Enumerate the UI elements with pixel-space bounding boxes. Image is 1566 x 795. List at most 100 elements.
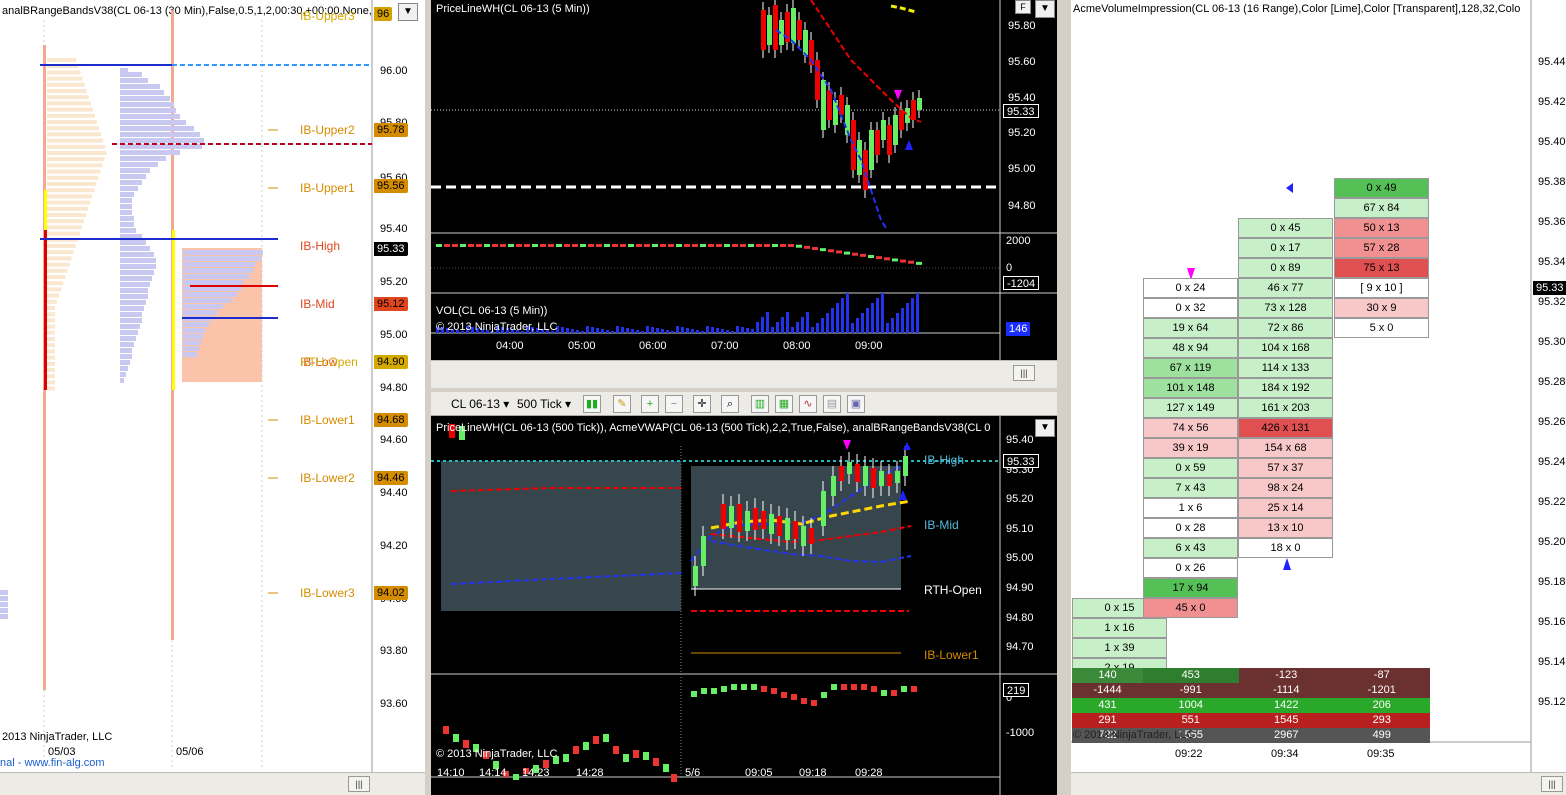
- tm-delta-candle: [772, 244, 778, 247]
- tm-delta-candle: [604, 244, 610, 247]
- top-mid-f-button[interactable]: F: [1015, 0, 1031, 14]
- tpo-letters: [47, 89, 87, 93]
- candle-icon[interactable]: ▮▮: [583, 395, 601, 413]
- profile-bar: [120, 336, 136, 341]
- bottom-mid-dropdown-button[interactable]: ▼: [1035, 419, 1055, 437]
- indicator-icon[interactable]: ∿: [799, 395, 817, 413]
- vi-cell-col2: 98 x 24: [1238, 478, 1333, 498]
- tm-price-label: 95.00: [1008, 163, 1036, 175]
- right-chart-panel[interactable]: AcmeVolumeImpression(CL 06-13 (16 Range)…: [1071, 0, 1566, 795]
- bm-delta-candle: [653, 758, 659, 766]
- profile-bar: [120, 138, 204, 143]
- tm-volume-bar: [706, 326, 709, 333]
- top-mid-chart-panel[interactable]: PriceLineWH(CL 06-13 (5 Min)) VOL(CL 06-…: [431, 0, 1057, 388]
- vi-cell-col2: 161 x 203: [1238, 398, 1333, 418]
- vi-stat-cell: -1201: [1334, 683, 1430, 698]
- r-price-label: 95.24: [1538, 456, 1566, 468]
- properties-icon[interactable]: ▣: [847, 395, 865, 413]
- left-chart-plot[interactable]: [0, 0, 425, 795]
- profile-bar: [120, 210, 132, 215]
- delta-label-minus1000: -1000: [1006, 727, 1035, 739]
- left-price-tag: 95.56: [374, 179, 408, 193]
- tm-candle: [881, 120, 886, 140]
- instrument-selector[interactable]: CL 06-13 ▾: [451, 395, 509, 413]
- left-level-label: IB-Lower3: [300, 586, 355, 600]
- bottom-mid-chart-panel[interactable]: PriceLineWH(CL 06-13 (500 Tick)), AcmeVW…: [431, 416, 1057, 795]
- tpo-letters: [47, 330, 55, 335]
- bm-price-label: 94.80: [1006, 612, 1034, 624]
- bm-candle: [809, 528, 814, 544]
- crosshair-icon[interactable]: ✛: [693, 395, 711, 413]
- bm-candle: [863, 466, 868, 486]
- left-chart-panel[interactable]: analBRangeBandsV38(CL 06-13 (30 Min),Fal…: [0, 0, 425, 795]
- tm-volume-bar: [731, 331, 734, 333]
- bm-candle: [753, 508, 758, 530]
- magnify-icon[interactable]: ⌕: [721, 395, 739, 413]
- zoom-out-icon[interactable]: −: [665, 395, 683, 413]
- bm-delta-candle: [463, 740, 469, 748]
- top-mid-copyright: © 2013 NinjaTrader, LLC: [436, 321, 558, 333]
- tm-candle: [905, 108, 910, 123]
- tm-volume-bar: [681, 327, 684, 333]
- period-selector[interactable]: 500 Tick ▾: [517, 395, 571, 413]
- tm-volume-bar: [711, 327, 714, 333]
- top-mid-scroll-grip[interactable]: |||: [1013, 365, 1035, 381]
- top-mid-chart-title: PriceLineWH(CL 06-13 (5 Min)): [436, 3, 590, 15]
- tm-volume-bar: [631, 329, 634, 333]
- ib-yellow-bar-2: [172, 230, 175, 390]
- profile-bar-3: [0, 602, 8, 607]
- tpo-letters: [47, 188, 95, 193]
- vi-cell-col2: 18 x 0: [1238, 538, 1333, 558]
- profile-bar: [120, 132, 200, 137]
- profile-bar: [120, 252, 154, 257]
- left-scrollbar[interactable]: |||: [0, 772, 425, 795]
- tm-delta-candle: [484, 244, 490, 247]
- profile-bar-2: [183, 310, 217, 315]
- bm-delta-candle: [831, 684, 837, 690]
- bm-delta-candle: [623, 754, 629, 762]
- bar-style-icon[interactable]: ▦: [775, 395, 793, 413]
- chart-toolbar: CL 06-13 ▾ 500 Tick ▾ ▮▮ ✎ + − ✛ ⌕ ▥ ▦ ∿…: [431, 392, 1057, 416]
- tm-candle: [863, 150, 868, 190]
- top-mid-dropdown-button[interactable]: ▼: [1035, 0, 1055, 18]
- strategy-icon[interactable]: ▤: [823, 395, 841, 413]
- r-price-label: 95.28: [1538, 376, 1566, 388]
- tm-price-label: 95.40: [1008, 92, 1036, 104]
- left-footer-link[interactable]: nal - www.fin-alg.com: [0, 757, 105, 769]
- tm-volume-bar: [761, 317, 764, 333]
- zoom-in-icon[interactable]: +: [641, 395, 659, 413]
- bottom-mid-chart-plot[interactable]: [431, 416, 1057, 795]
- tm-delta-candle: [860, 253, 866, 257]
- left-price-tag: 96: [374, 7, 393, 21]
- tm-volume-bar: [841, 298, 844, 333]
- profile-bar: [120, 216, 134, 221]
- bm-delta-candle: [731, 684, 737, 690]
- tm-volume-bar: [616, 326, 619, 333]
- bm-delta-candle: [643, 752, 649, 760]
- tm-volume-bar: [651, 327, 654, 333]
- right-scrollbar[interactable]: |||: [1071, 772, 1566, 795]
- profile-bar: [120, 372, 126, 377]
- tm-volume-bar: [881, 293, 884, 333]
- profile-bar: [120, 366, 128, 371]
- chart-style-icon[interactable]: ▥: [751, 395, 769, 413]
- right-splitter[interactable]: [1057, 0, 1071, 795]
- tm-delta-candle: [556, 244, 562, 247]
- profile-bar: [120, 300, 146, 305]
- tm-price-label: 95.80: [1008, 20, 1036, 32]
- left-price-tag: 94.46: [374, 471, 408, 485]
- right-scroll-grip[interactable]: |||: [1541, 776, 1563, 792]
- tm-volume-bar: [666, 330, 669, 333]
- vi-stat-cell: 2967: [1238, 728, 1334, 743]
- tm-delta-candle: [532, 244, 538, 247]
- profile-bar: [120, 72, 142, 77]
- top-mid-scrollbar[interactable]: |||: [431, 360, 1057, 388]
- bm-price-label: 95.40: [1006, 434, 1034, 446]
- tm-time-label: 09:00: [855, 340, 883, 352]
- bm-candle: [729, 506, 734, 528]
- left-scroll-grip[interactable]: |||: [348, 776, 370, 792]
- pencil-icon[interactable]: ✎: [613, 395, 631, 413]
- bm-delta-candle: [901, 686, 907, 692]
- left-price-tag: 95.78: [374, 123, 408, 137]
- ib-red-bar: [44, 230, 47, 390]
